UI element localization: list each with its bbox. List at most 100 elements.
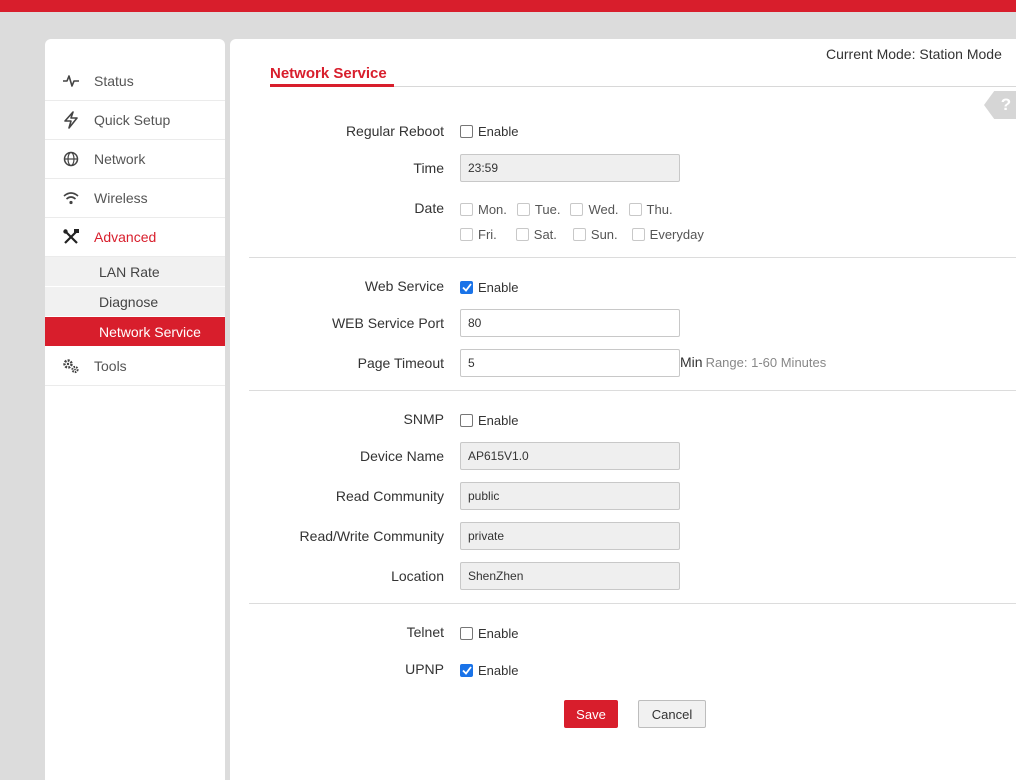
day-label: Sun.: [590, 227, 618, 242]
tools-icon: [60, 226, 82, 248]
checkbox-box[interactable]: [460, 228, 473, 241]
checkbox-box[interactable]: [572, 228, 586, 241]
checkbox-box[interactable]: [460, 664, 473, 677]
main-panel: Current Mode: Station Mode Network Servi…: [230, 39, 1016, 780]
page-title: Network Service: [270, 65, 387, 82]
checkbox-label: Enable: [478, 124, 519, 139]
checkbox-box[interactable]: [515, 228, 529, 241]
web-service-port-label: WEB Service Port: [331, 315, 444, 331]
snmp-checkbox[interactable]: Enable: [460, 413, 518, 428]
section-divider: [249, 390, 1016, 391]
date-days-row-1: Mon. Tue. Wed. Thu.: [460, 202, 683, 217]
sidebar-item-label: Status: [94, 73, 134, 89]
gears-icon: [60, 355, 82, 377]
sidebar-item-label: Quick Setup: [94, 112, 171, 128]
sidebar-subitem-label: Network Service: [99, 323, 201, 340]
checkbox-box[interactable]: [628, 203, 642, 216]
checkbox-label: Enable: [478, 663, 519, 678]
page-timeout-input[interactable]: 5: [460, 349, 680, 377]
cancel-button[interactable]: Cancel: [638, 700, 706, 728]
day-label: Tue.: [534, 202, 561, 217]
telnet-label: Telnet: [406, 624, 444, 640]
day-checkbox-tue[interactable]: Tue.: [516, 202, 561, 217]
lightning-icon: [60, 109, 82, 131]
rw-community-label: Read/Write Community: [299, 528, 444, 544]
day-label: Thu.: [646, 202, 673, 217]
day-checkbox-everyday[interactable]: Everyday: [631, 227, 704, 242]
sidebar-item-quick-setup[interactable]: Quick Setup: [45, 101, 225, 140]
day-checkbox-fri[interactable]: Fri.: [460, 227, 497, 242]
page-timeout-unit: Min: [680, 354, 703, 370]
save-button[interactable]: Save: [564, 700, 618, 728]
day-checkbox-mon[interactable]: Mon.: [460, 202, 507, 217]
globe-icon: [60, 148, 82, 170]
date-days-row-2: Fri. Sat. Sun. Everyday: [460, 227, 714, 242]
sidebar-item-label: Tools: [94, 358, 127, 374]
device-name-label: Device Name: [359, 448, 444, 464]
day-label: Fri.: [478, 227, 497, 242]
checkbox-box[interactable]: [460, 627, 473, 640]
day-label: Everyday: [649, 227, 704, 242]
sidebar-subitem-label: LAN Rate: [99, 263, 160, 280]
sidebar-item-label: Advanced: [94, 229, 157, 245]
checkbox-label: Enable: [478, 280, 519, 295]
web-service-checkbox[interactable]: Enable: [460, 280, 518, 295]
sidebar-item-label: Wireless: [94, 190, 148, 206]
upnp-checkbox[interactable]: Enable: [460, 663, 518, 678]
location-label: Location: [391, 568, 444, 584]
sidebar-subitem-network-service[interactable]: Network Service: [45, 317, 225, 347]
web-service-label: Web Service: [364, 278, 444, 294]
snmp-label: SNMP: [403, 411, 444, 427]
day-label: Sat.: [533, 227, 557, 242]
time-input[interactable]: 23:59: [460, 154, 680, 182]
checkbox-box[interactable]: [631, 228, 645, 241]
day-label: Mon.: [478, 202, 507, 217]
current-mode-text: Current Mode: Station Mode: [826, 46, 1002, 62]
sidebar-subitem-lan-rate[interactable]: LAN Rate: [45, 257, 225, 287]
checkbox-box[interactable]: [460, 125, 473, 138]
sidebar-subitem-label: Diagnose: [99, 293, 159, 310]
pulse-icon: [60, 70, 82, 92]
help-icon[interactable]: ?: [984, 91, 1016, 119]
date-label: Date: [414, 200, 444, 216]
sidebar-item-advanced[interactable]: Advanced: [45, 218, 225, 257]
sidebar-item-wireless[interactable]: Wireless: [45, 179, 225, 218]
device-name-input[interactable]: AP615V1.0: [460, 442, 680, 470]
checkbox-box[interactable]: [460, 414, 473, 427]
sidebar-item-label: Network: [94, 151, 146, 167]
page-timeout-suffix: Min Range: 1-60 Minutes: [680, 354, 826, 370]
checkbox-label: Enable: [478, 626, 519, 641]
day-checkbox-sat[interactable]: Sat.: [515, 227, 557, 242]
sidebar-subitem-diagnose[interactable]: Diagnose: [45, 287, 225, 317]
day-label: Wed.: [588, 202, 619, 217]
top-brand-bar: [0, 0, 1016, 12]
sidebar-item-network[interactable]: Network: [45, 140, 225, 179]
location-input[interactable]: ShenZhen: [460, 562, 680, 590]
sidebar-nav: Status Quick Setup Network Wireless Adva…: [45, 62, 225, 386]
sidebar: Status Quick Setup Network Wireless Adva…: [45, 39, 225, 780]
regular-reboot-checkbox[interactable]: Enable: [460, 124, 518, 139]
checkbox-box[interactable]: [460, 203, 473, 216]
rw-community-input[interactable]: private: [460, 522, 680, 550]
section-divider: [249, 603, 1016, 604]
upnp-label: UPNP: [405, 661, 444, 677]
web-service-port-input[interactable]: 80: [460, 309, 680, 337]
day-checkbox-wed[interactable]: Wed.: [570, 202, 619, 217]
sidebar-item-status[interactable]: Status: [45, 62, 225, 101]
help-label: ?: [1000, 95, 1012, 114]
checkbox-box[interactable]: [460, 281, 473, 294]
day-checkbox-thu[interactable]: Thu.: [628, 202, 673, 217]
time-label: Time: [413, 160, 444, 176]
title-underline: [270, 84, 394, 87]
checkbox-box[interactable]: [516, 203, 530, 216]
checkbox-box[interactable]: [570, 203, 584, 216]
section-divider: [249, 257, 1016, 258]
read-community-input[interactable]: public: [460, 482, 680, 510]
read-community-label: Read Community: [335, 488, 444, 504]
page-timeout-hint: Range: 1-60 Minutes: [705, 355, 827, 370]
day-checkbox-sun[interactable]: Sun.: [572, 227, 618, 242]
page-timeout-label: Page Timeout: [357, 355, 444, 371]
wifi-icon: [60, 187, 82, 209]
telnet-checkbox[interactable]: Enable: [460, 626, 518, 641]
sidebar-item-tools[interactable]: Tools: [45, 347, 225, 386]
